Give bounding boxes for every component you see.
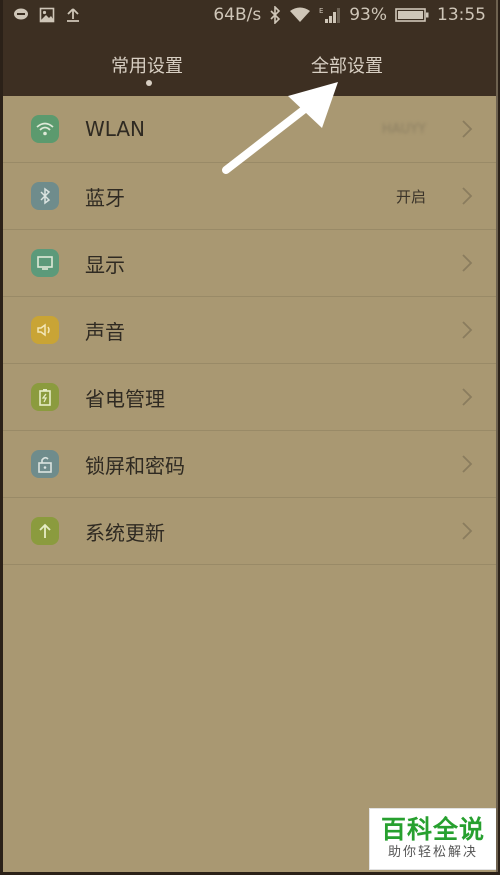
bluetooth-icon [269, 6, 281, 24]
battery-percent: 93% [349, 5, 387, 25]
chevron-right-icon [462, 254, 473, 272]
upload-icon [65, 7, 81, 23]
wifi-icon [289, 7, 311, 23]
svg-text:E: E [319, 7, 323, 15]
chevron-right-icon [462, 522, 473, 540]
setting-label: 显示 [85, 252, 125, 277]
settings-row-power-saving[interactable]: 省电管理 [3, 364, 496, 431]
setting-value: HAUYY [381, 121, 426, 137]
bluetooth-icon [31, 182, 59, 210]
settings-row-system-update[interactable]: 系统更新 [3, 498, 496, 565]
active-tab-indicator [146, 80, 152, 86]
setting-label: 声音 [85, 319, 125, 344]
phone-screen: 64B/s E 93% 13:55 常用设置 全部设置 WLAN HAUYY 蓝… [3, 0, 498, 872]
tab-common-settings[interactable]: 常用设置 [111, 52, 183, 78]
signal-icon: E [319, 6, 341, 24]
image-icon [39, 7, 55, 23]
annotation-arrow-icon [222, 82, 338, 174]
settings-row-sound[interactable]: 声音 [3, 297, 496, 364]
setting-label: 锁屏和密码 [85, 453, 185, 478]
settings-row-display[interactable]: 显示 [3, 230, 496, 297]
watermark-title: 百科全说 [380, 815, 485, 844]
chevron-right-icon [462, 187, 473, 205]
setting-label: 系统更新 [85, 520, 165, 545]
chevron-right-icon [462, 120, 473, 138]
lock-icon [31, 450, 59, 478]
monitor-icon [31, 249, 59, 277]
chevron-right-icon [462, 455, 473, 473]
clock: 13:55 [437, 5, 486, 25]
battery-icon [395, 7, 429, 23]
setting-value: 开启 [395, 187, 426, 206]
speaker-icon [31, 316, 59, 344]
settings-row-lock-screen[interactable]: 锁屏和密码 [3, 431, 496, 498]
chevron-right-icon [462, 321, 473, 339]
watermark-logo: 百科全说 助你轻松解决 [369, 808, 496, 870]
message-icon [13, 8, 29, 22]
status-bar: 64B/s E 93% 13:55 [3, 0, 496, 30]
chevron-right-icon [462, 388, 473, 406]
update-arrow-icon [31, 517, 59, 545]
setting-label: 省电管理 [85, 386, 165, 411]
watermark-subtitle: 助你轻松解决 [387, 845, 478, 860]
setting-label: 蓝牙 [85, 185, 125, 210]
wifi-icon [31, 115, 59, 143]
network-speed: 64B/s [213, 5, 262, 25]
setting-label: WLAN [85, 117, 146, 141]
battery-icon [31, 383, 59, 411]
